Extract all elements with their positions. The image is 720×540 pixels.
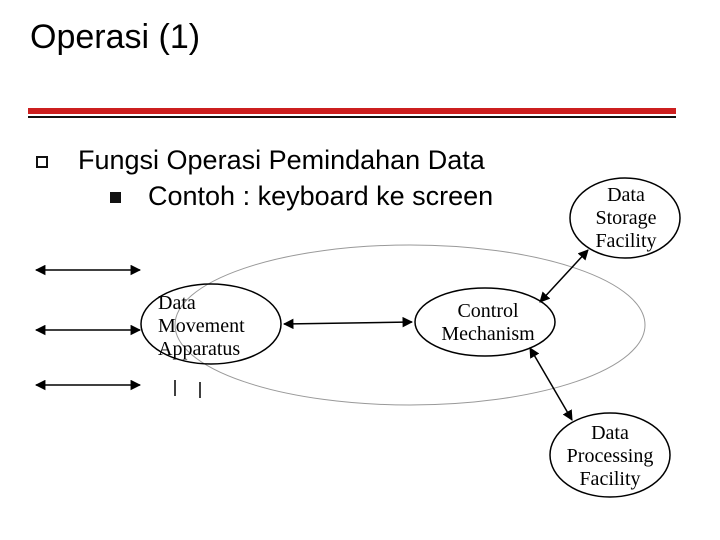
node-processing: Data Processing Facility	[560, 422, 660, 491]
slide: Operasi (1) Fungsi Operasi Pemindahan Da…	[0, 0, 720, 540]
node-storage: Data Storage Facility	[591, 184, 661, 253]
node-movement: Data Movement Apparatus	[158, 292, 268, 361]
node-control: Control Mechanism	[428, 300, 548, 346]
